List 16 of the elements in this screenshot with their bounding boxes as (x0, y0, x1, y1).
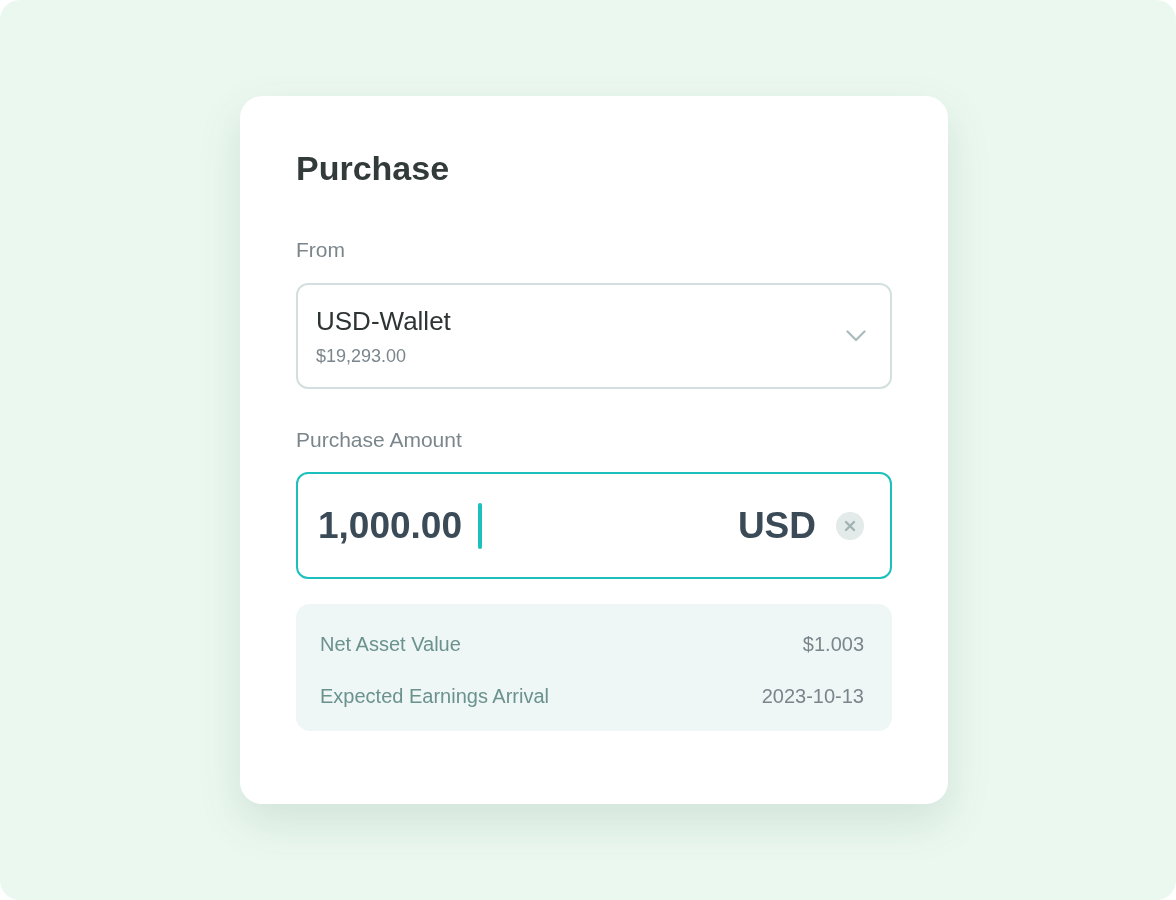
detail-label: Expected Earnings Arrival (320, 684, 549, 709)
detail-value: $1.003 (802, 632, 864, 657)
from-label: From (296, 237, 346, 263)
wallet-balance: $19,293.00 (316, 345, 407, 368)
wallet-select[interactable]: USD-Wallet $19,293.00 (296, 283, 892, 389)
amount-value: 1,000.00 (318, 503, 463, 548)
card-title: Purchase (296, 148, 451, 188)
wallet-name: USD-Wallet (316, 305, 451, 338)
detail-label: Net Asset Value (320, 632, 461, 657)
detail-value: 2023-10-13 (761, 684, 864, 709)
text-cursor (478, 502, 483, 549)
chevron-down-icon (846, 330, 866, 342)
clear-icon[interactable] (836, 511, 864, 540)
amount-input-field[interactable]: 1,000.00 USD (296, 472, 892, 579)
currency-label: USD (737, 503, 816, 548)
amount-label: Purchase Amount (296, 427, 463, 453)
